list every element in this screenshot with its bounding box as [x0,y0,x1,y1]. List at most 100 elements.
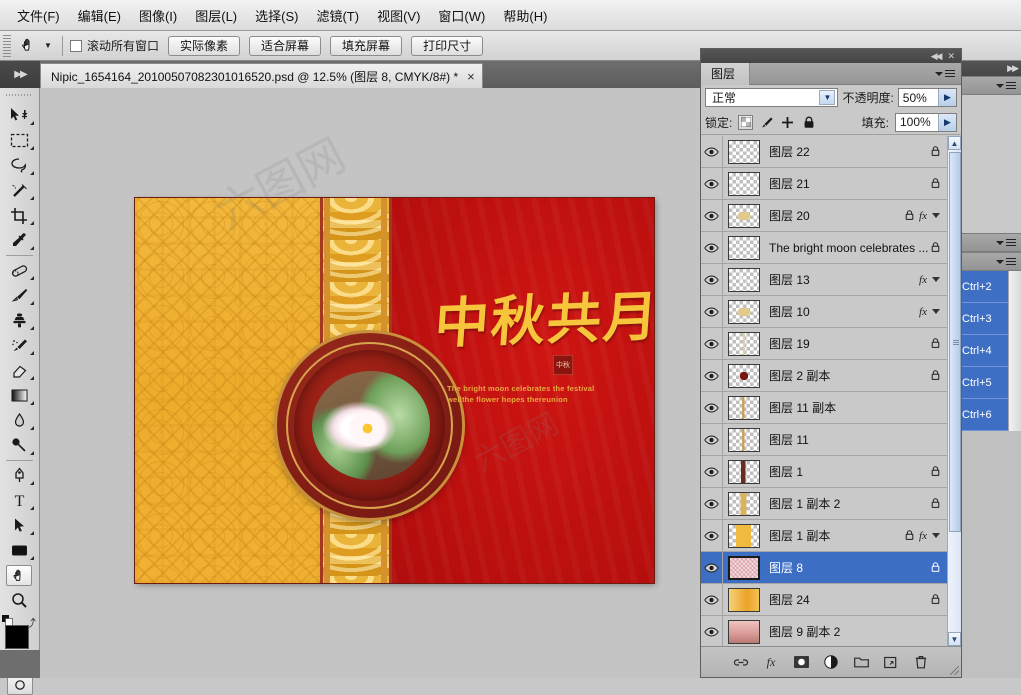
actual-pixels-button[interactable]: 实际像素 [168,35,241,56]
eye-icon[interactable] [701,263,723,296]
history-brush-tool[interactable] [0,333,38,358]
layer-thumbnail[interactable] [728,139,760,164]
layer-effects-icon[interactable]: fx [919,274,927,286]
layer-thumbnail[interactable] [728,427,760,452]
tab-layers[interactable]: 图层 [701,62,751,85]
eye-icon[interactable] [701,295,723,328]
quick-mask-toggle[interactable] [6,675,33,695]
layer-thumbnail[interactable] [728,395,760,420]
brush-tool[interactable] [0,283,38,308]
expand-effects-icon[interactable] [932,277,940,282]
layers-panel-titlebar[interactable]: ◀◀ ✕ [701,49,961,63]
options-bar-grip[interactable] [3,34,11,57]
layer-row[interactable]: The bright moon celebrates ... [701,231,947,264]
layer-thumbnail[interactable] [728,619,760,644]
path-selection-tool[interactable] [0,513,38,538]
dodge-tool[interactable] [0,433,38,458]
clone-stamp-tool[interactable] [0,308,38,333]
canvas-workspace[interactable]: 中秋共月 中秋 The bright moon celebrates the f… [40,88,700,678]
eye-icon[interactable] [701,551,723,584]
layer-thumbnail[interactable] [728,331,760,356]
pen-tool[interactable] [0,463,38,488]
menu-item-image[interactable]: 图像(I) [130,3,186,28]
scroll-all-windows-checkbox[interactable]: 滚动所有窗口 [70,37,159,54]
eye-icon[interactable] [701,519,723,552]
new-layer-icon[interactable] [883,654,900,671]
menu-item-file[interactable]: 文件(F) [8,3,69,28]
layer-thumbnail[interactable] [728,267,760,292]
panel-menu-icon[interactable] [996,257,1016,266]
lock-all-icon[interactable] [801,115,816,130]
layer-thumbnail[interactable] [728,523,760,548]
checkbox-box[interactable] [70,39,82,52]
layer-row[interactable]: 图层 21 [701,167,947,200]
layer-row[interactable]: 图层 11 副本 [701,391,947,424]
expand-dock-icon[interactable]: ▶▶ [0,61,40,88]
layer-thumbnail[interactable] [728,555,760,580]
layer-thumbnail[interactable] [728,363,760,388]
lasso-tool[interactable] [0,153,38,178]
layer-thumbnail[interactable] [728,459,760,484]
layer-row[interactable]: 图层 22 [701,136,947,168]
panel-resize-handle[interactable] [950,666,959,675]
dock-panel-menu-1[interactable] [960,76,1021,95]
close-icon[interactable]: × [467,69,475,84]
layers-scrollbar[interactable]: ▲ ▼ [947,136,961,646]
add-mask-icon[interactable] [793,654,810,671]
layer-effects-icon[interactable]: fx [919,210,927,222]
layer-row[interactable]: 图层 1 [701,455,947,488]
type-tool[interactable]: T [0,488,38,513]
menu-item-layer[interactable]: 图层(L) [186,3,246,28]
channels-list[interactable]: Ctrl+2 Ctrl+3 Ctrl+4 Ctrl+5 Ctrl+6 [960,271,1021,431]
gradient-tool[interactable] [0,383,38,408]
layer-thumbnail[interactable] [728,203,760,228]
eye-icon[interactable] [701,487,723,520]
layer-effects-icon[interactable]: fx [919,306,927,318]
layer-style-icon[interactable]: fx [763,654,780,671]
magic-wand-tool[interactable] [0,178,38,203]
layer-row[interactable]: 图层 11 [701,423,947,456]
layer-thumbnail[interactable] [728,587,760,612]
eye-icon[interactable] [701,423,723,456]
scroll-up-button[interactable]: ▲ [948,136,961,150]
menu-item-select[interactable]: 选择(S) [246,3,307,28]
layer-thumbnail[interactable] [728,235,760,260]
eye-icon[interactable] [701,391,723,424]
menu-item-edit[interactable]: 编辑(E) [69,3,130,28]
delete-layer-icon[interactable] [913,654,930,671]
eraser-tool[interactable] [0,358,38,383]
expand-effects-icon[interactable] [932,533,940,538]
dock-collapse-icon[interactable]: ▶▶ [960,61,1021,76]
collapse-panel-icon[interactable]: ◀◀ [931,51,943,62]
layer-row[interactable]: 图层 1 副本 2 [701,487,947,520]
layer-thumbnail[interactable] [728,491,760,516]
eye-icon[interactable] [701,199,723,232]
layer-row[interactable]: 图层 2 副本 [701,359,947,392]
document-tab[interactable]: Nipic_1654164_20100507082301016520.psd @… [40,63,483,88]
lock-transparent-pixels-icon[interactable] [738,114,754,130]
eye-icon[interactable] [701,359,723,392]
scrollbar-thumb[interactable] [949,152,961,532]
dock-panel-menu-2[interactable] [960,233,1021,252]
opacity-slider-arrow-icon[interactable]: ▶ [938,89,956,106]
menu-item-filter[interactable]: 滤镜(T) [307,3,368,28]
document-canvas[interactable]: 中秋共月 中秋 The bright moon celebrates the f… [135,198,654,583]
eye-icon[interactable] [701,167,723,200]
eye-icon[interactable] [701,231,723,264]
layer-row[interactable]: 图层 19 [701,327,947,360]
eye-icon[interactable] [701,583,723,616]
layer-thumbnail[interactable] [728,299,760,324]
layer-row[interactable]: 图层 20 fx [701,199,947,232]
opacity-input[interactable]: 50% ▶ [897,88,957,107]
eye-icon[interactable] [701,455,723,488]
crop-tool[interactable] [0,203,38,228]
scroll-down-button[interactable]: ▼ [948,632,961,646]
shape-tool[interactable] [0,538,38,563]
tool-preset-chevron-icon[interactable]: ▼ [41,34,55,58]
layer-effects-icon[interactable]: fx [919,530,927,542]
eye-icon[interactable] [701,327,723,360]
menu-item-help[interactable]: 帮助(H) [494,3,556,28]
fill-input[interactable]: 100% ▶ [895,112,957,132]
panel-menu-icon[interactable] [996,81,1016,90]
close-panel-icon[interactable]: ✕ [947,51,955,62]
